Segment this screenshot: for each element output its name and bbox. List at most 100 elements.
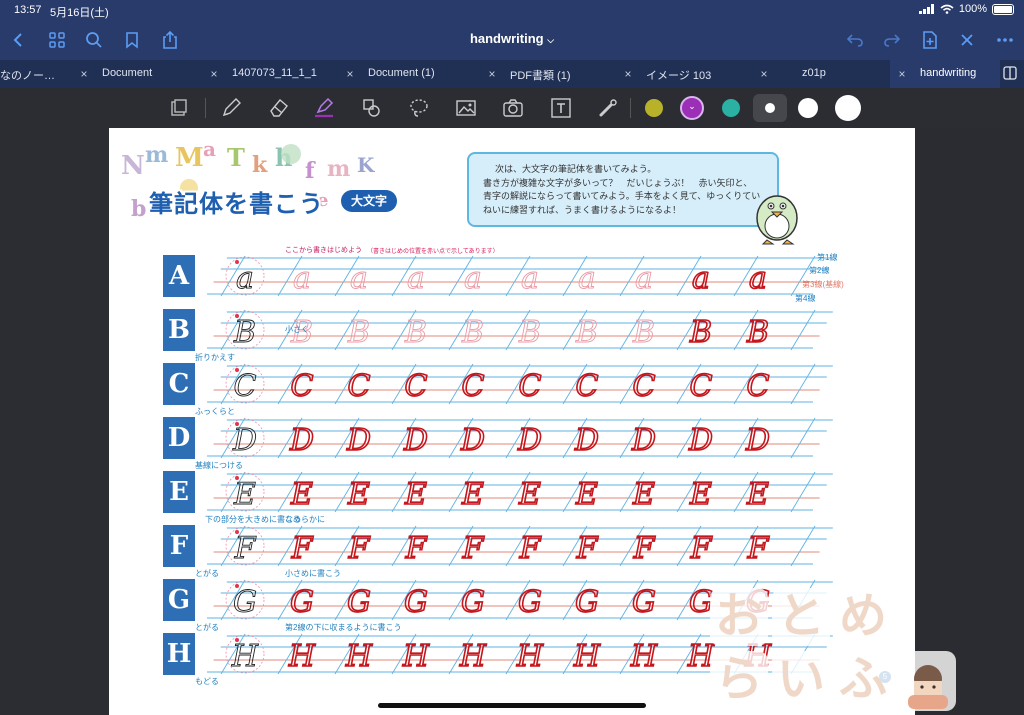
handwritten-letter: H xyxy=(402,639,430,674)
tab-note[interactable]: なのノー… xyxy=(0,60,72,88)
cell-divider xyxy=(790,417,816,459)
tab-close-icon[interactable]: × xyxy=(78,67,90,81)
row-letter-label: F xyxy=(163,525,195,567)
textbox-icon[interactable] xyxy=(547,94,575,122)
handwritten-letter: H xyxy=(573,639,601,674)
cell-divider xyxy=(790,525,816,567)
handwritten-letter: H xyxy=(459,639,487,674)
handwritten-letter: F xyxy=(405,531,428,566)
handwritten-letter: C xyxy=(633,369,656,404)
instruction-bubble: 次は、大文字の筆記体を書いてみよう。 書き方が複雑な文字が多いって？ だいじょう… xyxy=(467,152,779,227)
watermark-char: と xyxy=(772,588,830,646)
handwritten-letter: F xyxy=(291,531,314,566)
handwritten-letter: F xyxy=(348,531,371,566)
tab-label: 1407073_11_1_1 xyxy=(232,67,317,79)
watermark-char: ら xyxy=(710,651,768,709)
start-point-dot xyxy=(235,476,239,480)
model-letter: a xyxy=(236,261,254,296)
handwritten-letter: E xyxy=(689,477,712,512)
color-swatch-purple-selected[interactable]: ⌄ xyxy=(680,96,704,120)
mascot-bird-illustration xyxy=(756,195,798,245)
color-swatch-teal[interactable] xyxy=(722,99,740,117)
stroke-size-medium[interactable] xyxy=(798,98,818,118)
highlighter-icon[interactable] xyxy=(310,94,338,122)
pages-icon[interactable] xyxy=(165,94,193,122)
trace-letter: B xyxy=(347,315,370,350)
site-watermark: お と め ら い ふ xyxy=(710,588,956,715)
shapes-icon[interactable] xyxy=(358,94,386,122)
model-letter: H xyxy=(231,639,259,674)
tab-close-icon[interactable]: × xyxy=(758,67,770,81)
handwritten-letter: C xyxy=(519,369,542,404)
tab-close-icon[interactable]: × xyxy=(344,67,356,81)
tab-document-1[interactable]: × Document (1) xyxy=(338,60,478,88)
laser-icon[interactable] xyxy=(594,94,622,122)
stroke-size-small-selected[interactable] xyxy=(753,94,787,122)
trace-letter: a xyxy=(293,261,311,296)
tab-document[interactable]: × Document xyxy=(72,60,202,88)
trace-letter: B xyxy=(632,315,655,350)
practice-row-guides[interactable]: FFFFFFFFFF xyxy=(201,524,841,570)
tab-z01p[interactable]: × z01p xyxy=(752,60,886,88)
document-title[interactable]: handwriting ⌵ xyxy=(0,31,1024,46)
more-icon[interactable] xyxy=(993,28,1017,52)
status-date: 5月16日(土) xyxy=(50,7,109,19)
tab-1407073[interactable]: × 1407073_11_1_1 xyxy=(202,60,332,88)
toolbar-divider xyxy=(205,98,206,118)
camera-icon[interactable] xyxy=(499,94,527,122)
handwritten-letter: C xyxy=(291,369,314,404)
tab-handwriting[interactable]: × handwriting xyxy=(890,60,1000,88)
watermark-char: め xyxy=(834,588,892,646)
tab-close-icon[interactable]: × xyxy=(622,67,634,81)
handwritten-letter: G xyxy=(347,585,371,620)
svg-text:b: b xyxy=(131,196,146,222)
trace-letter: B xyxy=(404,315,427,350)
practice-row-guides[interactable]: aaaaaaaaaa xyxy=(201,254,841,300)
handwritten-letter: G xyxy=(575,585,599,620)
tab-close-icon[interactable]: × xyxy=(896,67,908,81)
toolbar-divider xyxy=(630,98,631,118)
practice-row-guides[interactable]: CCCCCCCCCC xyxy=(201,362,841,408)
undo-icon[interactable] xyxy=(843,28,867,52)
trace-letter: a xyxy=(464,261,482,296)
handwritten-letter: F xyxy=(690,531,713,566)
practice-row-guides[interactable]: DDDDDDDDDD xyxy=(201,416,841,462)
svg-text:m: m xyxy=(327,156,350,182)
handwritten-letter: E xyxy=(461,477,484,512)
stroke-dot-small xyxy=(765,103,775,113)
page-title: 筆記体を書こう xyxy=(149,190,324,218)
svg-text:f: f xyxy=(305,158,316,184)
eraser-icon[interactable] xyxy=(265,94,293,122)
battery-percent: 100% xyxy=(958,3,987,15)
color-swatch-olive[interactable] xyxy=(645,99,663,117)
lasso-icon[interactable] xyxy=(405,94,433,122)
signal-icon xyxy=(918,4,934,14)
handwritten-letter: F xyxy=(462,531,485,566)
image-icon[interactable] xyxy=(452,94,480,122)
tab-image[interactable]: × イメージ 103 xyxy=(616,60,756,88)
split-view-icon[interactable] xyxy=(1003,66,1017,85)
handwritten-letter: B xyxy=(689,315,712,350)
tab-pdf[interactable]: × PDF書類 (1) xyxy=(480,60,620,88)
add-page-icon[interactable] xyxy=(918,28,942,52)
top-bar: 13:57 5月16日(土) 100% handwriting ⌵ xyxy=(0,0,1024,60)
svg-text:m: m xyxy=(145,142,168,168)
stroke-hint: 第2線の下に収まるように書こう xyxy=(285,623,402,632)
watermark-char: ふ xyxy=(834,651,892,709)
tab-close-icon[interactable]: × xyxy=(208,67,220,81)
handwritten-letter: D xyxy=(517,423,542,458)
pen-icon[interactable] xyxy=(217,94,245,122)
tab-label: z01p xyxy=(802,67,826,79)
trace-letter: B xyxy=(518,315,541,350)
app-window: 13:57 5月16日(土) 100% handwriting ⌵ なのノー… … xyxy=(0,0,1024,715)
close-icon[interactable] xyxy=(955,28,979,52)
tab-close-icon[interactable]: × xyxy=(486,67,498,81)
cell-divider xyxy=(790,471,816,513)
document-title-label: handwriting xyxy=(469,31,544,46)
trace-letter: a xyxy=(635,261,653,296)
stroke-size-large[interactable] xyxy=(835,95,861,121)
redo-icon[interactable] xyxy=(880,28,904,52)
handwritten-letter: C xyxy=(348,369,371,404)
practice-row-guides[interactable]: EEEEEEEEEE xyxy=(201,470,841,516)
tab-label: handwriting xyxy=(920,67,977,79)
